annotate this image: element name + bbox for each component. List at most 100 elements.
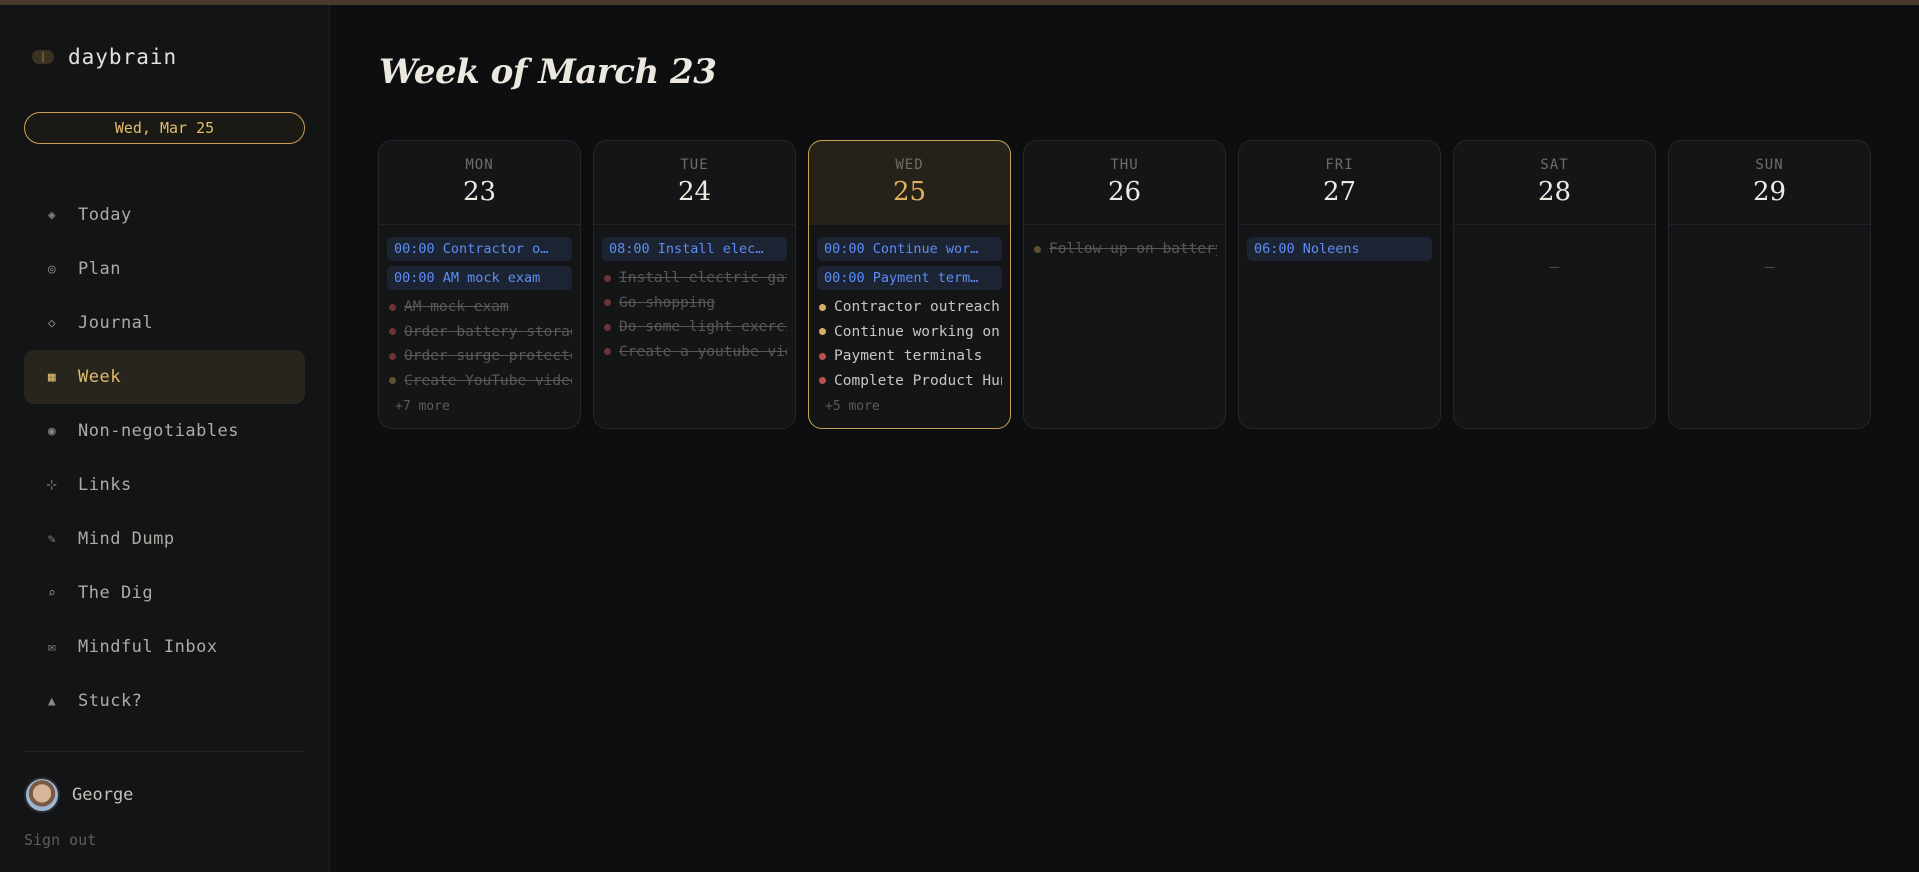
day-of-week: FRI <box>1325 157 1354 173</box>
task-text: Payment terminals <box>834 348 983 365</box>
brand[interactable]: daybrain <box>32 45 177 69</box>
priority-dot-icon <box>819 352 826 360</box>
task-item[interactable]: Order surge protector <box>387 344 572 369</box>
day-column-sat[interactable]: SAT 28 — <box>1453 140 1656 429</box>
day-header: MON 23 <box>379 141 580 225</box>
app-name: daybrain <box>68 45 178 69</box>
sidebar-divider <box>24 751 305 752</box>
calendar-event[interactable]: 08:00 Install elec… <box>602 237 787 261</box>
task-text: Create YouTube video <box>404 372 572 389</box>
priority-dot-icon <box>604 323 611 331</box>
sidebar-item-label: Week <box>78 367 121 387</box>
task-item[interactable]: Follow up on battery <box>1032 237 1217 262</box>
day-number: 23 <box>462 177 497 207</box>
sidebar-item-links[interactable]: ⊹ Links <box>24 458 305 512</box>
priority-dot-icon <box>389 303 396 311</box>
day-column-mon[interactable]: MON 23 00:00 Contractor o… 00:00 AM mock ex… <box>378 140 581 429</box>
sidebar-nav: ◈ Today ◎ Plan ◇ Journal ▦ Week ◉ Non-negotiables… <box>24 188 305 728</box>
task-text: Follow up on battery <box>1049 241 1217 258</box>
task-text: Order surge protector <box>404 348 572 365</box>
task-item[interactable]: Do some light exercise <box>602 315 787 340</box>
day-header: FRI 27 <box>1239 141 1440 225</box>
day-column-sun[interactable]: SUN 29 — <box>1668 140 1871 429</box>
day-of-week: TUE <box>680 157 709 173</box>
priority-dot-icon <box>604 274 611 282</box>
diamond-outline-icon: ◇ <box>47 315 57 331</box>
day-number: 29 <box>1752 177 1787 207</box>
day-column-fri[interactable]: FRI 27 06:00 Noleens <box>1238 140 1441 429</box>
sidebar-item-label: Stuck? <box>78 691 143 711</box>
grid-icon: ▦ <box>47 369 57 385</box>
day-body: 00:00 Continue wor… 00:00 Payment term… Co… <box>809 225 1010 414</box>
priority-dot-icon <box>1034 245 1041 253</box>
day-header: SUN 29 <box>1669 141 1870 225</box>
priority-dot-icon <box>604 299 611 307</box>
task-item[interactable]: Continue working on <box>817 320 1002 345</box>
priority-dot-icon <box>389 377 396 385</box>
sidebar-item-plan[interactable]: ◎ Plan <box>24 242 305 296</box>
day-number: 27 <box>1322 177 1357 207</box>
sidebar: daybrain Wed, Mar 25 ◈ Today ◎ Plan ◇ Journal… <box>0 5 330 872</box>
task-item[interactable]: Order battery storage <box>387 320 572 345</box>
empty-day-placeholder: — <box>1549 257 1560 276</box>
sidebar-item-label: Mind Dump <box>78 529 175 549</box>
priority-dot-icon <box>819 303 826 311</box>
task-text: AM mock exam <box>404 299 509 316</box>
sidebar-item-mind-dump[interactable]: ✎ Mind Dump <box>24 512 305 566</box>
target-icon: ◎ <box>47 261 57 277</box>
day-column-tue[interactable]: TUE 24 08:00 Install elec… Install electric… <box>593 140 796 429</box>
sidebar-item-week[interactable]: ▦ Week <box>24 350 305 404</box>
more-tasks-link[interactable]: +7 more <box>387 399 572 414</box>
brain-logo-icon <box>32 50 54 64</box>
sidebar-item-mindful-inbox[interactable]: ✉ Mindful Inbox <box>24 620 305 674</box>
sidebar-item-label: Links <box>78 475 132 495</box>
task-item[interactable]: Contractor outreach <box>817 295 1002 320</box>
day-header: THU 26 <box>1024 141 1225 225</box>
calendar-event[interactable]: 00:00 Contractor o… <box>387 237 572 261</box>
mail-icon: ✉ <box>47 639 57 655</box>
priority-dot-icon <box>389 352 396 360</box>
current-date-pill[interactable]: Wed, Mar 25 <box>24 112 305 144</box>
sign-out-link[interactable]: Sign out <box>24 831 96 849</box>
sidebar-item-label: The Dig <box>78 583 154 603</box>
day-body: — <box>1669 225 1870 276</box>
task-text: Order battery storage <box>404 323 572 340</box>
task-text: Continue working on <box>834 323 1000 340</box>
task-item[interactable]: Install electric gate <box>602 266 787 291</box>
task-item[interactable]: Go shopping <box>602 291 787 316</box>
sidebar-item-the-dig[interactable]: ⌕ The Dig <box>24 566 305 620</box>
day-number: 25 <box>892 177 927 207</box>
sidebar-item-today[interactable]: ◈ Today <box>24 188 305 242</box>
user-name: George <box>72 785 134 805</box>
priority-dot-icon <box>389 328 396 336</box>
sidebar-item-label: Non-negotiables <box>78 421 240 441</box>
task-text: Complete Product Hunt <box>834 372 1002 389</box>
calendar-event[interactable]: 00:00 Continue wor… <box>817 237 1002 261</box>
empty-day-placeholder: — <box>1764 257 1775 276</box>
day-column-wed[interactable]: WED 25 00:00 Continue wor… 00:00 Payment te… <box>808 140 1011 429</box>
calendar-event[interactable]: 00:00 AM mock exam <box>387 266 572 290</box>
page-title: Week of March 23 <box>379 52 717 92</box>
day-body: 00:00 Contractor o… 00:00 AM mock exam AM … <box>379 225 580 414</box>
sidebar-item-non-negotiables[interactable]: ◉ Non-negotiables <box>24 404 305 458</box>
task-item[interactable]: Complete Product Hunt <box>817 369 1002 394</box>
task-item[interactable]: Payment terminals <box>817 344 1002 369</box>
search-icon: ⌕ <box>47 585 57 601</box>
task-item[interactable]: AM mock exam <box>387 295 572 320</box>
day-body: 06:00 Noleens <box>1239 225 1440 261</box>
sidebar-item-stuck[interactable]: ▲ Stuck? <box>24 674 305 728</box>
user-profile[interactable]: George <box>24 777 133 813</box>
day-number: 24 <box>677 177 712 207</box>
calendar-event[interactable]: 06:00 Noleens <box>1247 237 1432 261</box>
more-tasks-link[interactable]: +5 more <box>817 399 1002 414</box>
task-item[interactable]: Create a youtube video <box>602 340 787 365</box>
sidebar-item-label: Today <box>78 205 132 225</box>
task-item[interactable]: Create YouTube video <box>387 369 572 394</box>
task-text: Do some light exercise <box>619 319 787 336</box>
task-text: Contractor outreach <box>834 299 1000 316</box>
sidebar-item-journal[interactable]: ◇ Journal <box>24 296 305 350</box>
priority-dot-icon <box>819 328 826 336</box>
day-column-thu[interactable]: THU 26 Follow up on battery <box>1023 140 1226 429</box>
day-of-week: SAT <box>1540 157 1569 173</box>
calendar-event[interactable]: 00:00 Payment term… <box>817 266 1002 290</box>
